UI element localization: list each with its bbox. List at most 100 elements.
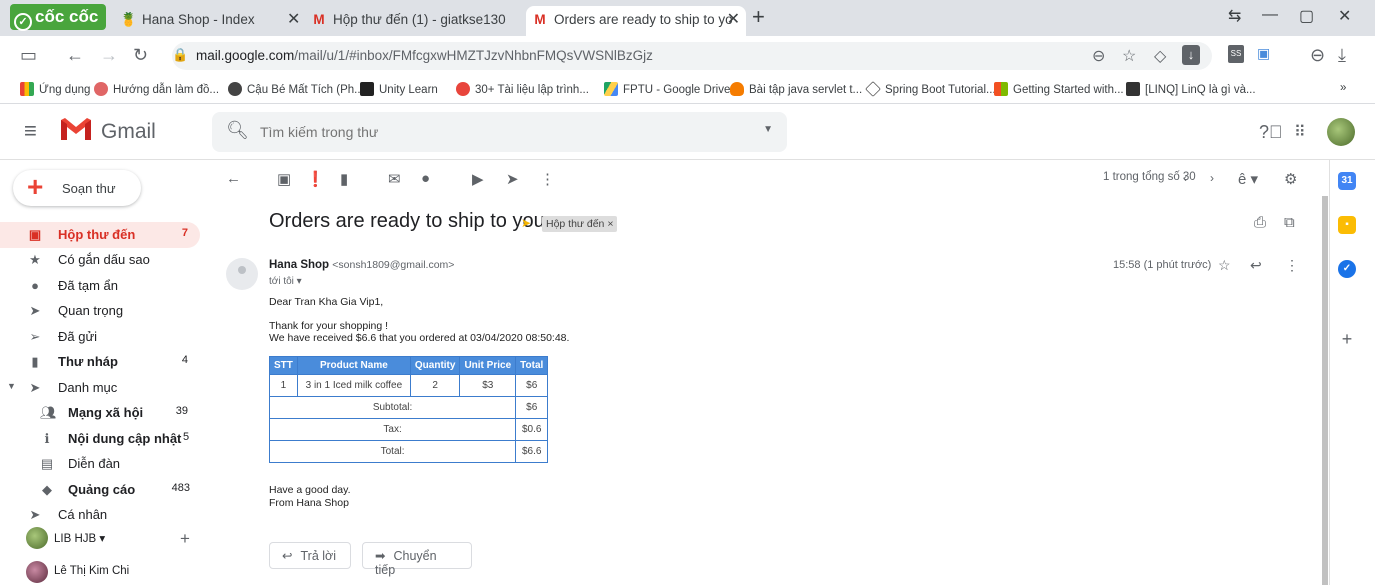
sidebar-item-updates[interactable]: ℹ Nội dung cập nhật 5 [0,426,200,452]
print-icon[interactable]: ⎙ [1254,214,1266,231]
input-tools-icon[interactable]: ê ▾ [1238,170,1258,188]
extension-icon[interactable]: SS [1228,45,1244,63]
browser-tabstrip: ✓cốc cốc 🍍 Hana Shop - Index ✕ ✕ M Hộp thư… [0,0,1375,36]
profile-icon[interactable]: ⊖ [1310,45,1325,66]
inbox-label-chip[interactable]: Hộp thư đến × [542,216,618,232]
sidebar-item-inbox[interactable]: ▣ Hộp thư đến 7 [0,222,200,248]
sidebar-item-promotions[interactable]: ◆ Quảng cáo 483 [0,477,200,503]
pineapple-icon: 🍍 [120,12,137,27]
add-icon[interactable]: + [180,529,190,549]
forward-button[interactable]: ➡ Chuyển tiếp [362,542,472,577]
bookmark-item[interactable]: Getting Started with... [994,82,1124,96]
unread-count: 5 [183,431,190,443]
hangouts-contact[interactable]: Lê Thị Kim Chi [14,561,204,587]
tab-hana-shop[interactable]: 🍍 Hana Shop - Index ✕ [112,6,302,36]
main-menu-icon[interactable]: ≡ [24,118,37,144]
close-icon[interactable]: ✕ [727,6,740,34]
reply-label: Trả lời [300,549,336,563]
settings-gear-icon[interactable]: ⚙ [1284,170,1297,188]
coccoc-logo[interactable]: ✓ cốc cốc [10,4,106,31]
table-cell: $6.6 [515,440,549,463]
bookmark-item[interactable]: [LINQ] LinQ là gì và... [1126,82,1256,96]
extension-icon-2[interactable]: ▣ [1257,45,1270,62]
newer-chevron-icon[interactable]: ‹ [1183,171,1187,185]
bookmark-item[interactable]: FPTU - Google Drive [604,82,730,96]
reply-button[interactable]: ↩ Trả lời [269,542,351,569]
window-close-button[interactable]: ✕ [1338,6,1351,26]
bookmark-item[interactable]: Spring Boot Tutorial... [865,81,996,97]
report-spam-icon[interactable]: ❗ [306,170,325,188]
lock-icon: 🔒 [172,47,189,62]
address-bar[interactable]: 🔒 mail.google.com/mail/u/1/#inbox/FMfcgx… [172,42,1212,70]
older-chevron-icon[interactable]: › [1210,171,1214,185]
star-icon[interactable]: ☆ [1218,257,1231,274]
search-options-icon[interactable]: ▼ [763,124,773,135]
bookmark-item[interactable]: Bài tập java servlet t... [730,82,862,96]
sidebar-toggle-icon[interactable]: ▭ [20,45,37,66]
sidebar-item-categories[interactable]: ▼ ➤ Danh mục [0,375,200,401]
bookmark-item[interactable]: 30+ Tài liệu lập trình... [456,82,589,96]
compose-button[interactable]: + Soạn thư [13,170,141,206]
search-box[interactable]: 🔍︎ ▼ [212,112,787,152]
sidebar-item-personal[interactable]: ➤ Cá nhân [0,502,200,528]
sidebar-item-important[interactable]: ➤ Quan trọng [0,298,200,324]
important-marker-icon[interactable]: ➤ [521,216,531,230]
gmail-logo-icon[interactable] [59,116,93,142]
scrollbar-thumb[interactable] [1322,196,1328,585]
apps-grid-icon[interactable]: ⠿ [1294,122,1306,142]
bookmark-item[interactable]: Hướng dẫn làm đồ... [94,82,219,96]
forward-button[interactable]: → [100,45,118,66]
caret-down-icon[interactable]: ▼ [7,381,16,391]
archive-icon[interactable]: ▣ [277,170,291,188]
reload-button[interactable]: ↻ [133,45,148,66]
open-new-window-icon[interactable]: ⧉ [1284,214,1295,231]
maximize-button[interactable]: ▢ [1299,6,1314,26]
bookmark-item[interactable]: Cậu Bé Mất Tích (Ph... [228,82,364,96]
calendar-icon[interactable]: 31 [1338,172,1356,190]
sidebar-item-sent[interactable]: ➢ Đã gửi [0,324,200,350]
back-arrow-icon[interactable]: ← [226,170,241,187]
closing-line: Have a good day. [269,484,351,496]
bookmark-star-icon[interactable]: ☆ [1122,46,1136,66]
zoom-icon[interactable]: ⊖ [1092,46,1105,66]
shield-icon[interactable]: ◇ [1154,46,1166,66]
sidebar-item-snoozed[interactable]: ● Đã tạm ẩn [0,273,200,299]
back-button[interactable]: ← [66,45,84,66]
close-icon[interactable]: ✕ [287,6,300,34]
sidebar-item-starred[interactable]: ★ Có gắn dấu sao [0,247,200,273]
search-icon[interactable]: 🔍︎ [226,120,249,141]
mark-unread-icon[interactable]: ✉ [388,170,401,188]
reply-icon[interactable]: ↩ [1250,257,1262,274]
search-input[interactable] [258,121,738,143]
sidebar-item-drafts[interactable]: ▮ Thư nháp 4 [0,349,200,375]
tab-current-email[interactable]: M Orders are ready to ship to yo ✕ [526,6,746,36]
account-avatar[interactable] [1327,118,1355,146]
more-options-icon[interactable]: ⋮ [540,170,555,188]
keep-icon[interactable]: ▪ [1338,216,1356,234]
bookmark-label: FPTU - Google Drive [623,84,731,96]
move-to-icon[interactable]: ▶ [472,170,484,188]
table-cell: $6 [515,374,549,397]
label-icon[interactable]: ➤ [506,170,519,188]
tab-title: Hana Shop - Index [142,12,255,27]
new-tab-button[interactable]: + [752,4,765,30]
recipient-details[interactable]: tới tôi ▾ [269,276,302,287]
download-arrow-icon[interactable]: ⤓ [1338,45,1346,66]
tasks-icon[interactable]: ✓ [1338,260,1356,278]
sidebar-item-forums[interactable]: ▤ Diễn đàn [0,451,200,477]
add-addon-icon[interactable]: + [1338,330,1356,348]
more-options-icon[interactable]: ⋮ [1285,257,1299,274]
delete-icon[interactable]: ▮ [340,170,348,188]
help-icon[interactable]: ?⃝ [1259,122,1283,143]
bookmarks-overflow-icon[interactable]: » [1340,82,1346,94]
hangouts-user[interactable]: LIB HJB ▾ + [14,527,204,553]
sender-line: Hana Shop <sonsh1809@gmail.com> [269,259,454,271]
tab-gmail-inbox[interactable]: ✕ M Hộp thư đến (1) - giatkse130 [285,6,525,36]
sidebar-item-social[interactable]: 👥︎ Mạng xã hội 39 [0,400,200,426]
minimize-button[interactable]: — [1262,6,1278,24]
download-icon[interactable]: ↓ [1182,45,1200,65]
bookmark-apps[interactable]: Ứng dụng [20,82,90,96]
bookmark-item[interactable]: Unity Learn [360,82,438,96]
snooze-icon[interactable]: ● [421,170,430,187]
tab-search-icon[interactable]: ⇆ [1228,6,1241,26]
